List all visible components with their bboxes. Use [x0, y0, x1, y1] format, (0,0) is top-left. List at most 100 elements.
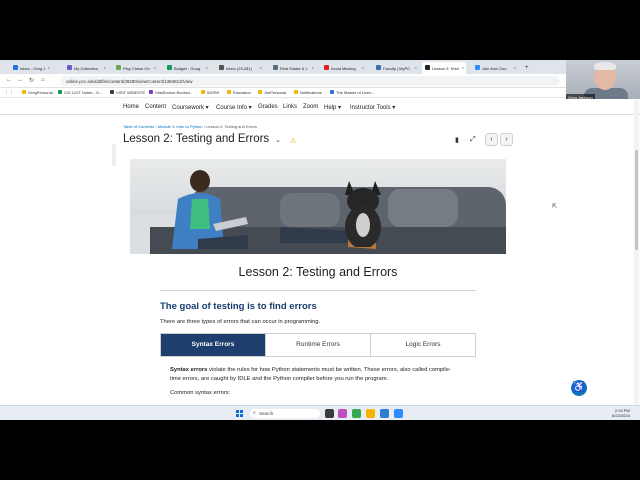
- nav-coursework[interactable]: Coursework ▾: [172, 104, 209, 111]
- bookmark-label: The Master of Licen...: [336, 90, 375, 95]
- tab-label: Play Chess On: [123, 66, 150, 71]
- close-icon[interactable]: ×: [206, 65, 208, 70]
- browser-tab[interactable]: Play Chess On ×: [113, 62, 158, 74]
- bookmark-item[interactable]: GregPersonal: [22, 90, 53, 95]
- hero-image: [130, 159, 506, 254]
- close-icon[interactable]: ×: [415, 65, 417, 70]
- tab-label: My Collection: [74, 66, 99, 71]
- bookmark-item[interactable]: Education: [227, 90, 251, 95]
- page-title: Lesson 2: Testing and Errors: [123, 133, 270, 145]
- folder-icon: [258, 90, 262, 94]
- tab-label: Budget - Goog: [174, 66, 201, 71]
- windows-start-icon[interactable]: [236, 410, 243, 417]
- taskbar: ⌕ Search 2:19 PM 6/22/2024: [0, 405, 640, 420]
- new-tab-button[interactable]: +: [522, 61, 532, 73]
- taskbar-clock[interactable]: 2:19 PM 6/22/2024: [612, 408, 630, 418]
- bookmarks-bar: ⋮⋮ GregPersonal CIS 122T Notes - G... VI…: [0, 88, 640, 98]
- nav-help[interactable]: Help ▾: [324, 104, 341, 111]
- bookmark-item[interactable]: CIS 122T Notes - G...: [58, 90, 102, 95]
- tab-favicon-icon: [376, 65, 381, 70]
- fullscreen-icon[interactable]: ⤢: [470, 136, 476, 144]
- bookmark-item[interactable]: JimPersonal: [258, 90, 286, 95]
- nav-grades[interactable]: Grades: [258, 104, 278, 110]
- clock-date: 6/22/2024: [612, 413, 630, 418]
- site-icon: [330, 90, 334, 94]
- taskbar-search-label: Search: [259, 411, 274, 416]
- tab-logic-errors[interactable]: Logic Errors: [371, 334, 475, 356]
- bookmark-item[interactable]: VitalSource Booksh...: [149, 90, 193, 95]
- bookmark-label: VISIT WEBSITE: [116, 90, 146, 95]
- tab-syntax-errors[interactable]: Syntax Errors: [161, 334, 266, 356]
- screen: Inbox - Greg J × My Collection × Play Ches…: [0, 60, 640, 420]
- scrollbar[interactable]: [634, 100, 639, 405]
- close-icon[interactable]: ×: [362, 65, 364, 70]
- apps-icon[interactable]: ⋮⋮: [4, 89, 14, 95]
- nav-instructor-tools[interactable]: Instructor Tools ▾: [350, 104, 395, 111]
- folder-icon: [227, 90, 231, 94]
- next-page-button[interactable]: ›: [500, 133, 513, 146]
- chevron-down-icon[interactable]: ⌄: [275, 136, 281, 144]
- breadcrumb-module-link[interactable]: Module 1: Intro to Python: [158, 124, 203, 129]
- browser-tab[interactable]: Faculty | MyPC ×: [373, 62, 419, 74]
- breadcrumb-toc-link[interactable]: Table of Contents: [123, 124, 154, 129]
- close-icon[interactable]: ×: [48, 65, 50, 70]
- browser-tab[interactable]: Inbox - Greg J ×: [10, 62, 52, 74]
- back-icon[interactable]: ←: [6, 77, 12, 83]
- scrollbar-thumb[interactable]: [635, 150, 638, 250]
- nav-content[interactable]: Content: [145, 104, 166, 110]
- browser-tab[interactable]: Budget - Goog ×: [164, 62, 210, 74]
- nav-links[interactable]: Links: [283, 104, 297, 110]
- tab-label: Lesson 2: Testi: [432, 66, 459, 71]
- tab-favicon-icon: [475, 65, 480, 70]
- browser-tab-active[interactable]: Lesson 2: Testi ×: [422, 62, 466, 74]
- zoom-icon[interactable]: [394, 409, 403, 418]
- app-icon[interactable]: [338, 409, 347, 418]
- bookmark-item[interactable]: VISIT WEBSITE: [110, 90, 145, 95]
- edge-icon[interactable]: [380, 409, 389, 418]
- bookmark-icon[interactable]: ▮: [455, 136, 459, 144]
- browser-tab[interactable]: My Collection ×: [64, 62, 108, 74]
- content-title: Lesson 2: Testing and Errors: [238, 265, 398, 279]
- close-icon[interactable]: ×: [312, 65, 314, 70]
- tab-favicon-icon: [13, 65, 18, 70]
- tab-label: Avoid Missing: [331, 66, 356, 71]
- tab-label: Real Estate & L: [280, 66, 308, 71]
- bookmark-label: JimPersonal: [264, 90, 287, 95]
- browser-tab[interactable]: Avoid Missing ×: [321, 62, 366, 74]
- reload-icon[interactable]: ↻: [29, 77, 34, 84]
- bookmark-label: Notifications: [300, 90, 322, 95]
- site-icon: [149, 90, 153, 94]
- bookmark-item[interactable]: The Master of Licen...: [330, 90, 375, 95]
- tab-favicon-icon: [219, 65, 224, 70]
- tab-runtime-errors[interactable]: Runtime Errors: [266, 334, 371, 356]
- browser-tab[interactable]: Inbox (23,281) ×: [216, 62, 264, 74]
- url-field[interactable]: online.pcc.edu/d2l/le/content/39280/view…: [60, 76, 560, 86]
- nav-course-info[interactable]: Course Info ▾: [216, 104, 252, 111]
- browser-tab[interactable]: Real Estate & L ×: [270, 62, 316, 74]
- mouse-cursor-icon: ⇱: [552, 204, 558, 210]
- address-bar-row: ← → ↻ ⌂ online.pcc.edu/d2l/le/content/39…: [0, 74, 640, 88]
- close-icon[interactable]: ×: [104, 65, 106, 70]
- taskbar-search[interactable]: ⌕ Search: [250, 409, 320, 418]
- close-icon[interactable]: ×: [514, 65, 516, 70]
- chrome-icon[interactable]: [352, 409, 361, 418]
- nav-home[interactable]: Home: [123, 104, 139, 110]
- folder-icon: [294, 90, 298, 94]
- accessibility-icon[interactable]: ♿: [571, 380, 587, 396]
- home-icon[interactable]: ⌂: [41, 77, 45, 83]
- close-icon[interactable]: ×: [260, 65, 262, 70]
- previous-page-button[interactable]: ‹: [485, 133, 498, 146]
- tab-label: Inbox (23,281): [226, 66, 252, 71]
- close-icon[interactable]: ×: [462, 65, 464, 70]
- syntax-errors-term: Syntax errors: [170, 367, 208, 373]
- task-view-icon[interactable]: [325, 409, 334, 418]
- nav-zoom[interactable]: Zoom: [303, 104, 318, 110]
- browser-tab[interactable]: Join from Zoo ×: [472, 62, 518, 74]
- file-explorer-icon[interactable]: [366, 409, 375, 418]
- sidebar-toggle[interactable]: [112, 144, 116, 166]
- forward-icon[interactable]: →: [17, 77, 23, 83]
- bookmark-item[interactable]: Notifications: [294, 90, 322, 95]
- bookmark-item[interactable]: WORK: [201, 90, 219, 95]
- close-icon[interactable]: ×: [154, 65, 156, 70]
- webcam-hair: [594, 62, 616, 70]
